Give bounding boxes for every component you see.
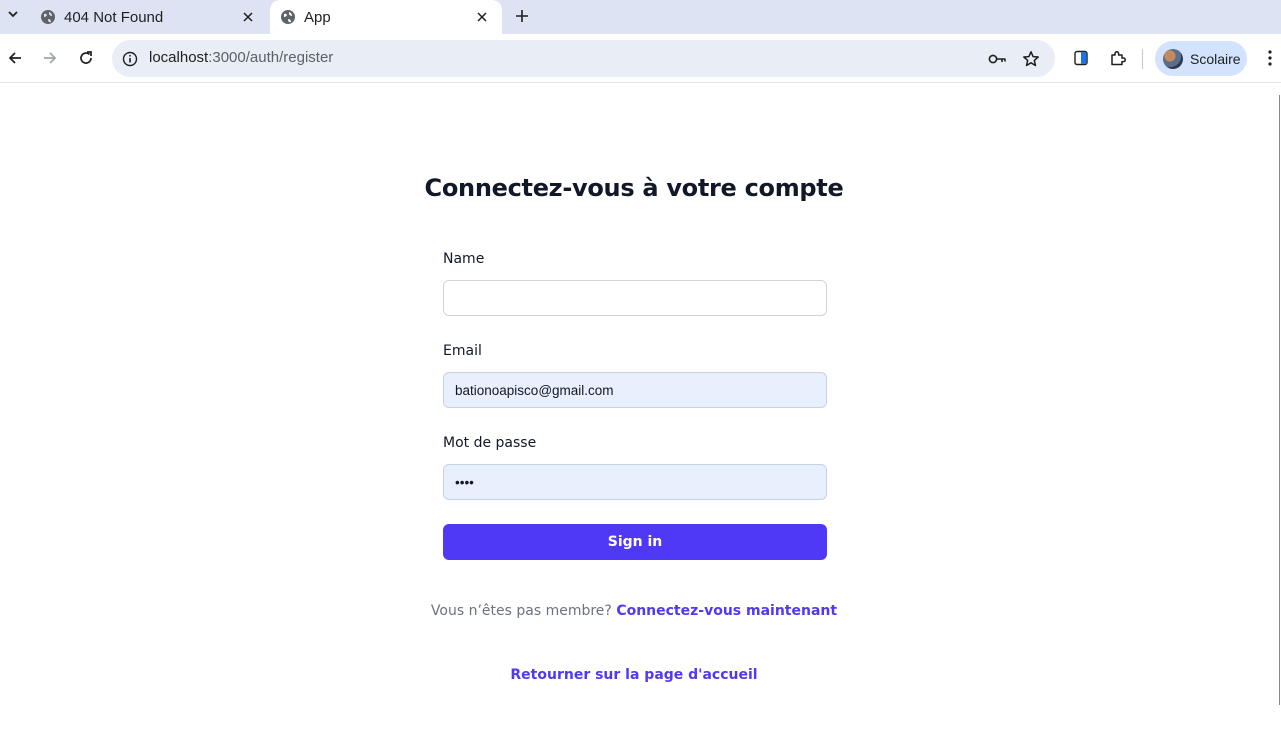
not-member-text: Vous n’êtes pas membre?	[430, 603, 612, 619]
plus-icon[interactable]	[508, 2, 536, 30]
url-text: localhost:3000/auth/register	[149, 49, 333, 66]
star-icon[interactable]	[1021, 49, 1041, 69]
tab-search-icon[interactable]	[0, 0, 26, 28]
tab-title: App	[304, 8, 331, 26]
email-field[interactable]	[443, 372, 827, 408]
url-host: localhost	[149, 49, 209, 66]
tab-title: 404 Not Found	[64, 8, 164, 26]
tab-404-not-found[interactable]: 404 Not Found	[30, 0, 268, 34]
sign-in-button[interactable]: Sign in	[443, 524, 827, 560]
password-field[interactable]	[443, 464, 827, 500]
address-bar[interactable]: localhost:3000/auth/register	[112, 40, 1055, 77]
toolbar-separator	[1142, 49, 1143, 69]
name-field[interactable]	[443, 280, 827, 316]
forward-arrow-icon[interactable]	[37, 45, 63, 71]
info-icon[interactable]	[120, 49, 140, 69]
reload-icon[interactable]	[73, 45, 99, 71]
scrollbar[interactable]	[1279, 95, 1280, 705]
close-icon[interactable]	[472, 7, 492, 27]
tab-strip: 404 Not Found App	[0, 0, 1281, 34]
url-path: :3000/auth/register	[208, 49, 334, 66]
reading-mode-icon[interactable]	[1069, 46, 1093, 70]
globe-icon	[40, 9, 56, 25]
key-icon[interactable]	[988, 49, 1008, 69]
signup-link[interactable]: Connectez-vous maintenant	[616, 603, 837, 619]
profile-name: Scolaire	[1190, 50, 1241, 67]
back-arrow-icon[interactable]	[2, 45, 28, 71]
tab-app[interactable]: App	[270, 0, 502, 34]
email-label: Email	[443, 343, 482, 359]
password-label: Mot de passe	[443, 435, 537, 451]
page-title: Connectez-vous à votre compte	[424, 174, 844, 202]
close-icon[interactable]	[238, 7, 258, 27]
extensions-icon[interactable]	[1106, 46, 1130, 70]
profile-button[interactable]: Scolaire	[1155, 41, 1247, 76]
globe-icon	[280, 9, 296, 25]
browser-toolbar: localhost:3000/auth/register Scolaire	[0, 34, 1281, 83]
signup-prompt: Vous n’êtes pas membre? Connectez-vous m…	[0, 603, 1268, 619]
avatar	[1163, 48, 1183, 69]
name-label: Name	[443, 251, 485, 267]
home-link[interactable]: Retourner sur la page d'accueil	[0, 667, 1268, 683]
kebab-menu-icon[interactable]	[1258, 46, 1281, 70]
